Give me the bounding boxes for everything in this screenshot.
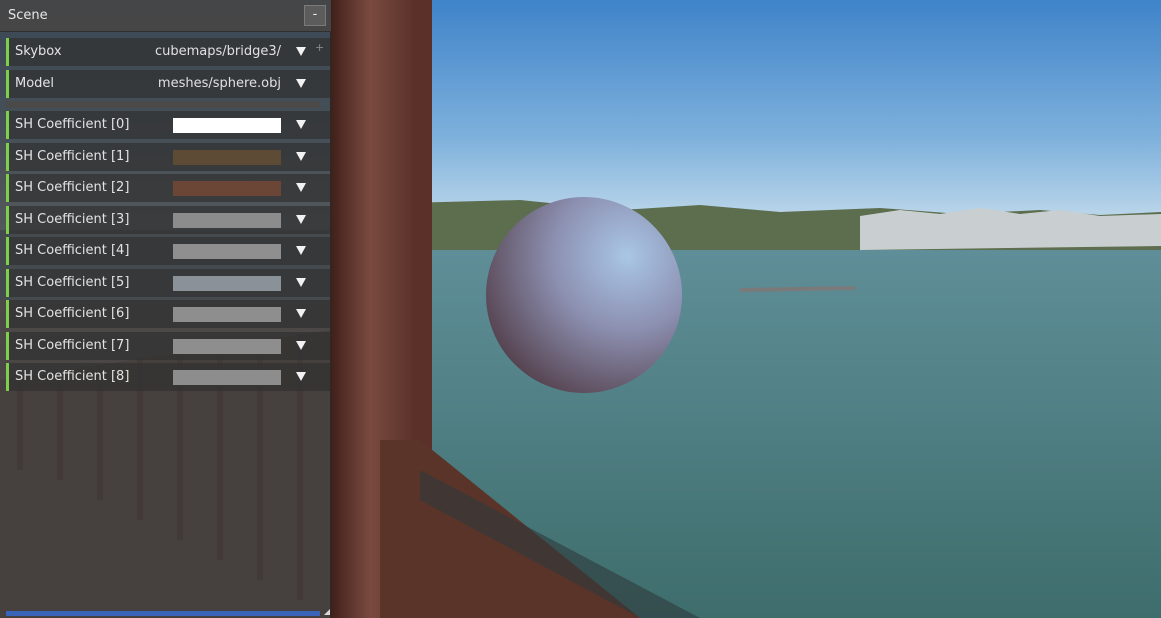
panel-title: Scene (8, 8, 48, 23)
resize-grip-icon[interactable] (324, 609, 330, 615)
dropdown-arrow-icon[interactable] (296, 79, 306, 88)
collapse-button[interactable]: - (304, 5, 326, 26)
model-row: Model meshes/sphere.obj (6, 70, 330, 98)
model-value[interactable]: meshes/sphere.obj (158, 76, 281, 91)
sh-coefficient-label: SH Coefficient [4] (15, 243, 130, 258)
separator (6, 101, 320, 108)
color-swatch[interactable] (173, 244, 281, 259)
plus-icon: + (315, 41, 325, 54)
color-swatch[interactable] (173, 118, 281, 133)
dropdown-arrow-icon[interactable] (296, 372, 306, 381)
sh-coefficient-row: SH Coefficient [6] (6, 300, 330, 328)
sh-coefficient-label: SH Coefficient [7] (15, 338, 130, 353)
sh-coefficient-label: SH Coefficient [0] (15, 117, 130, 132)
sh-coefficient-label: SH Coefficient [8] (15, 369, 130, 384)
sh-coefficient-label: SH Coefficient [6] (15, 306, 130, 321)
dropdown-arrow-icon[interactable] (296, 246, 306, 255)
color-swatch[interactable] (173, 276, 281, 291)
dropdown-arrow-icon[interactable] (296, 47, 306, 56)
sh-coefficient-row: SH Coefficient [1] (6, 143, 330, 171)
sh-coefficient-row: SH Coefficient [7] (6, 332, 330, 360)
color-swatch[interactable] (173, 370, 281, 385)
color-swatch[interactable] (173, 307, 281, 322)
skybox-label: Skybox (15, 44, 62, 59)
sh-coefficient-row: SH Coefficient [2] (6, 174, 330, 202)
skybox-row: Skybox cubemaps/bridge3/ + (6, 38, 330, 66)
sh-coefficient-label: SH Coefficient [3] (15, 212, 130, 227)
dropdown-arrow-icon[interactable] (296, 215, 306, 224)
sh-coefficient-label: SH Coefficient [2] (15, 180, 130, 195)
dropdown-arrow-icon[interactable] (296, 120, 306, 129)
dropdown-arrow-icon[interactable] (296, 278, 306, 287)
skybox-value[interactable]: cubemaps/bridge3/ (155, 44, 281, 59)
sh-coefficient-label: SH Coefficient [5] (15, 275, 130, 290)
scene-panel: Scene - Skybox cubemaps/bridge3/ + Model… (0, 0, 331, 618)
color-swatch[interactable] (173, 339, 281, 354)
dropdown-arrow-icon[interactable] (296, 183, 306, 192)
progress-bar (6, 611, 320, 616)
color-swatch[interactable] (173, 181, 281, 196)
panel-header[interactable]: Scene - (0, 0, 331, 32)
model-label: Model (15, 76, 55, 91)
dropdown-arrow-icon[interactable] (296, 152, 306, 161)
sh-coefficient-row: SH Coefficient [8] (6, 363, 330, 391)
sh-coefficient-row: SH Coefficient [4] (6, 237, 330, 265)
sh-coefficient-row: SH Coefficient [5] (6, 269, 330, 297)
sh-coefficient-row: SH Coefficient [0] (6, 111, 330, 139)
color-swatch[interactable] (173, 150, 281, 165)
dropdown-arrow-icon[interactable] (296, 341, 306, 350)
color-swatch[interactable] (173, 213, 281, 228)
dropdown-arrow-icon[interactable] (296, 309, 306, 318)
sh-coefficient-label: SH Coefficient [1] (15, 149, 130, 164)
sh-coefficient-row: SH Coefficient [3] (6, 206, 330, 234)
